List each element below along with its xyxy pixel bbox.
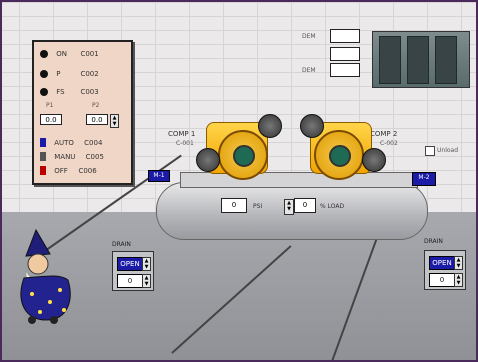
status-light-icon (40, 70, 48, 78)
motor-icon (218, 130, 268, 180)
load-label: % LOAD (320, 203, 345, 210)
mode-indicator-icon (40, 152, 46, 161)
control-cabinet-image (372, 31, 470, 88)
valve-stepper[interactable]: ▲ ▼ (142, 257, 151, 271)
unload-checkbox-label: Unload (437, 147, 459, 154)
mode-label: MANU (54, 152, 76, 161)
indicator-row: FS C003 (40, 88, 99, 97)
mode-row[interactable]: OFF C006 (40, 166, 97, 176)
setpoint-label: P2 (92, 102, 100, 109)
wizard-mascot-icon (20, 228, 71, 324)
valve-control[interactable]: OPEN ▲ ▼ 0 ▲ ▼ (424, 250, 466, 290)
indicator-label: FS (56, 88, 65, 96)
valve-stepper[interactable]: ▲ ▼ (142, 274, 151, 288)
floor-line (171, 245, 292, 354)
wheel-icon (362, 148, 386, 172)
scada-scene: ON C001 P C002 FS C003 P1 P2 0.0 0.0 ▲ ▼ … (0, 0, 478, 362)
compressor-1[interactable] (196, 114, 282, 184)
pressure-field[interactable]: 0 (221, 198, 247, 213)
top-field-label: DEM (302, 67, 316, 74)
valve-status[interactable]: OPEN (117, 257, 143, 271)
fan-icon (258, 114, 282, 138)
pressure-label: PSI (253, 203, 263, 210)
load-field[interactable]: 0 (294, 198, 316, 213)
setpoint-label: P1 (46, 102, 54, 109)
valve-title: DRAIN (424, 238, 443, 245)
mode-value: C006 (78, 166, 97, 175)
mode-label: OFF (54, 166, 68, 175)
top-field[interactable] (330, 47, 360, 61)
valve-value[interactable]: 0 (429, 273, 455, 287)
top-field-label: DEM (302, 33, 316, 40)
mode-value: C005 (85, 152, 104, 161)
compressor-label: COMP 1 (168, 130, 196, 138)
compressor-sub: C-002 (380, 140, 398, 147)
indicator-label: ON (56, 50, 67, 58)
wheel-icon (196, 148, 220, 172)
setpoint-field[interactable]: 0.0 (86, 114, 108, 125)
top-field[interactable] (330, 29, 360, 43)
valve-control[interactable]: OPEN ▲ ▼ 0 ▲ ▼ (112, 251, 154, 291)
mode-row[interactable]: AUTO C004 (40, 138, 102, 148)
indicator-value: C002 (80, 70, 99, 78)
indicator-label: P (56, 70, 61, 78)
motor-icon (314, 130, 364, 180)
status-light-icon (40, 50, 48, 58)
load-stepper[interactable]: ▲ ▼ (284, 199, 294, 215)
mode-label: AUTO (54, 138, 74, 147)
valve-stepper[interactable]: ▲ ▼ (454, 273, 463, 287)
mode-row[interactable]: MANU C005 (40, 152, 104, 162)
status-light-icon (40, 88, 48, 96)
indicator-row: P C002 (40, 70, 99, 79)
status-panel: ON C001 P C002 FS C003 P1 P2 0.0 0.0 ▲ ▼ … (32, 40, 133, 185)
unload-checkbox[interactable] (425, 146, 435, 156)
mode-indicator-icon (40, 138, 46, 147)
mode-value: C004 (84, 138, 103, 147)
machine-sign[interactable]: M-1 (148, 170, 170, 182)
valve-value[interactable]: 0 (117, 274, 143, 288)
valve-status[interactable]: OPEN (429, 256, 455, 270)
compressor-sub: C-001 (176, 140, 194, 147)
indicator-value: C001 (80, 50, 99, 58)
indicator-value: C003 (80, 88, 99, 96)
top-field[interactable] (330, 63, 360, 77)
compressor-2[interactable] (300, 114, 386, 184)
indicator-row: ON C001 (40, 50, 99, 59)
fan-icon (300, 114, 324, 138)
valve-title: DRAIN (112, 241, 131, 248)
machine-sign[interactable]: M-2 (412, 172, 436, 186)
setpoint-field[interactable]: 0.0 (40, 114, 62, 125)
setpoint-stepper[interactable]: ▲ ▼ (110, 114, 119, 128)
valve-stepper[interactable]: ▲ ▼ (454, 256, 463, 270)
mode-indicator-icon (40, 166, 46, 175)
